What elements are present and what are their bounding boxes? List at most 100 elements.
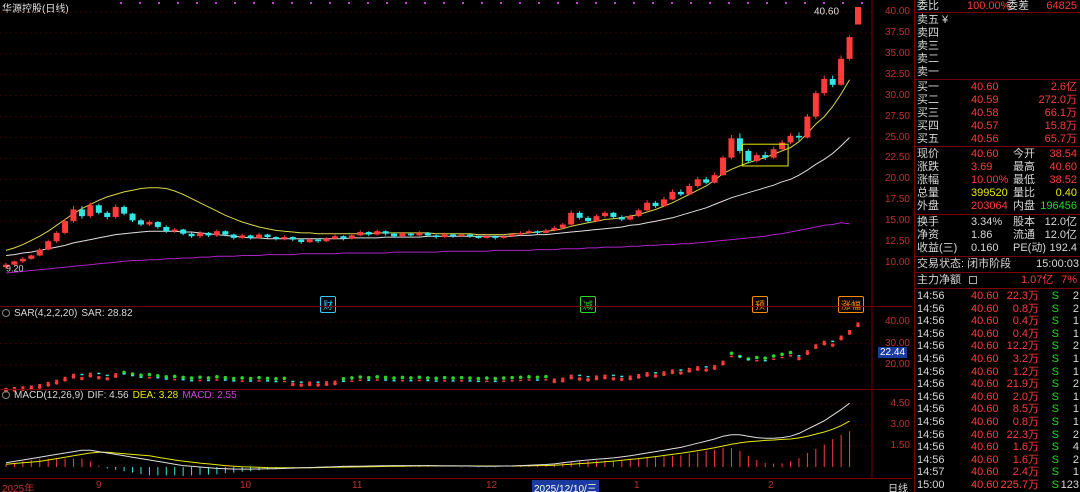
candle[interactable] [441,234,448,238]
candle[interactable] [644,202,651,211]
tick-row[interactable]: 14:56 40.60 22.3万 S 2 [915,290,1080,302]
candle[interactable] [264,234,271,238]
candle[interactable] [399,233,406,237]
candle[interactable] [450,234,457,237]
candle[interactable] [95,205,102,213]
candle[interactable] [340,236,347,239]
candle[interactable] [753,155,760,161]
settings-circle-icon[interactable] [2,391,10,399]
tick-row[interactable]: 14:56 40.60 22.3万 S 2 [915,429,1080,441]
candle[interactable] [711,175,718,183]
candle[interactable] [804,116,811,138]
main-flow-row[interactable]: 主力净额 1.07亿 7% [915,274,1080,286]
candle[interactable] [391,233,398,237]
candle[interactable] [407,233,414,236]
tick-row[interactable]: 14:56 40.60 0.8万 S 2 [915,303,1080,315]
tick-row[interactable]: 14:56 40.60 0.4万 S 1 [915,328,1080,340]
candle[interactable] [669,191,676,200]
candle[interactable] [829,78,836,85]
flow-chart-icon[interactable] [969,276,977,284]
limit-up-marker[interactable]: 涨幅 [838,296,864,313]
candle[interactable] [677,191,684,195]
bid-row[interactable]: 买四 40.57 15.8万 [915,120,1080,132]
candle[interactable] [635,210,642,217]
tick-row[interactable]: 15:00 40.60 225.7万 S 123 [915,479,1080,491]
candle[interactable] [331,236,338,239]
candle[interactable] [745,150,752,161]
candle[interactable] [466,234,473,237]
candle[interactable] [323,238,330,242]
candle[interactable] [585,217,592,222]
candle[interactable] [416,232,423,236]
candle[interactable] [154,222,161,228]
candle[interactable] [601,212,608,217]
candle[interactable] [374,231,381,235]
candle[interactable] [542,230,549,233]
ask-row[interactable]: 卖二 [915,53,1080,65]
candle[interactable] [222,231,229,235]
candle[interactable] [526,231,533,233]
candle[interactable] [171,229,178,232]
candle[interactable] [281,237,288,239]
candle[interactable] [509,234,516,237]
candle[interactable] [62,221,69,233]
candle[interactable] [78,209,85,217]
ask-row[interactable]: 卖四 [915,27,1080,39]
candle[interactable] [475,236,482,238]
tick-row[interactable]: 14:56 40.60 21.9万 S 2 [915,378,1080,390]
candle[interactable] [365,232,372,235]
tick-row[interactable]: 14:56 40.60 0.8万 S 1 [915,416,1080,428]
bid-row[interactable]: 买五 40.56 65.7万 [915,133,1080,145]
bid-row[interactable]: 买三 40.58 66.1万 [915,107,1080,119]
tick-row[interactable]: 14:57 40.60 2.4万 S 1 [915,466,1080,478]
candle[interactable] [838,58,845,85]
candle[interactable] [424,232,431,236]
candle[interactable] [197,232,204,237]
candle[interactable] [298,239,305,243]
candle[interactable] [500,236,507,238]
candle[interactable] [188,233,195,237]
candle[interactable] [129,213,136,221]
candle[interactable] [348,235,355,239]
candle[interactable] [627,216,634,220]
tick-row[interactable]: 14:56 40.60 8.5万 S 1 [915,403,1080,415]
reduce-marker[interactable]: 减 [580,296,596,313]
tick-row[interactable]: 14:56 40.60 1.6万 S 4 [915,441,1080,453]
tick-row[interactable]: 14:56 40.60 1.6万 S 2 [915,454,1080,466]
tick-row[interactable]: 14:56 40.60 0.4万 S 1 [915,315,1080,327]
candle[interactable] [137,220,144,225]
tick-row[interactable]: 14:56 40.60 2.0万 S 1 [915,391,1080,403]
candle[interactable] [87,205,94,217]
candle[interactable] [239,235,246,238]
forecast-marker[interactable]: 预 [752,296,768,313]
candle[interactable] [315,239,322,242]
candle[interactable] [610,212,617,217]
candle[interactable] [19,258,26,262]
candle[interactable] [779,142,786,150]
candle[interactable] [458,234,465,237]
candle[interactable] [812,93,819,117]
candle[interactable] [728,138,735,158]
candle[interactable] [686,186,693,195]
settings-circle-icon[interactable] [2,309,10,317]
candle[interactable] [256,234,263,238]
bid-row[interactable]: 买二 40.59 272.0万 [915,94,1080,106]
candle[interactable] [306,239,313,243]
candle[interactable] [551,227,558,231]
candle[interactable] [230,234,237,238]
candle[interactable] [770,149,777,158]
candle[interactable] [112,206,119,217]
tick-row[interactable]: 14:56 40.60 1.2万 S 1 [915,366,1080,378]
candle[interactable] [272,237,279,239]
ask-row[interactable]: 卖五 ¥ [915,14,1080,26]
chart-area[interactable]: 华源控股(日线) 40.60 9.20 40.00 37.50 35.00 32.50 3… [0,0,912,492]
candle[interactable] [568,212,575,225]
candle[interactable] [121,206,128,214]
candle[interactable] [703,179,710,183]
candle[interactable] [821,78,828,94]
candle[interactable] [855,6,861,25]
candle[interactable] [180,229,187,234]
candle[interactable] [517,232,524,235]
candle[interactable] [104,212,111,217]
candle[interactable] [652,202,659,207]
